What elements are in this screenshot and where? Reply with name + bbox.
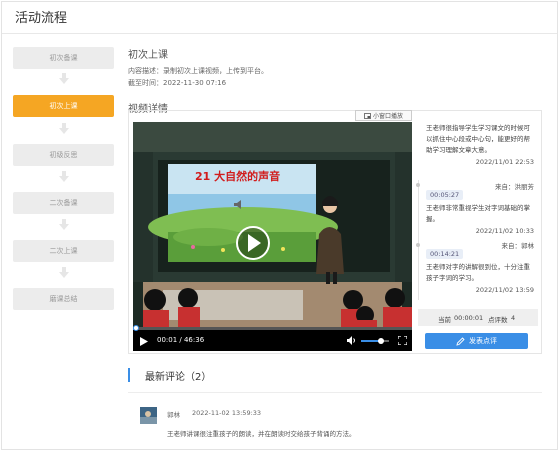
down-arrow-icon: [59, 73, 69, 84]
comment-date: 2022/11/01 22:53: [475, 158, 534, 166]
latest-comments-title: 最新评论（2）: [145, 372, 212, 383]
review-time: 2022-11-02 13:59:33: [192, 409, 262, 417]
step-label: 初级反思: [49, 151, 78, 159]
step-label: 初次备课: [49, 54, 78, 62]
description-text: 内容描述：录制初次上课视频，上传到平台。: [128, 67, 268, 75]
section-marker: [128, 368, 130, 382]
comment-list: 王老师很指导学生学习课文的时候可以抓住中心段或中心句，能更好的帮助学习理解文章大…: [418, 113, 538, 303]
classroom-video-frame: 21 大自然的声音: [133, 122, 412, 327]
step-second-prep[interactable]: 二次备课: [13, 192, 114, 214]
step-label: 二次备课: [49, 199, 78, 207]
deadline-text: 截至时间：2022-11-30 07:16: [128, 79, 227, 87]
mini-window-icon: [364, 112, 371, 119]
section-description: 内容描述：录制初次上课视频，上传到平台。 截至时间：2022-11-30 07:…: [128, 65, 268, 89]
volume-knob[interactable]: [378, 338, 385, 344]
current-time-value: 00:00:01: [454, 314, 484, 322]
comment-timestamp[interactable]: 00:14:21: [426, 249, 464, 259]
comment-item: 00:05:27 来自：洪丽芳 王老师非常重视学生对字词基础的掌握。 2022/…: [426, 182, 534, 235]
step-label: 磨课总结: [49, 295, 78, 303]
down-arrow-icon: [59, 123, 69, 134]
video-player[interactable]: 21 大自然的声音: [133, 122, 412, 331]
comment-item: 00:14:21 来自：郭林 王老师对字的讲解很到位，十分注重孩子字词的学习。 …: [426, 241, 534, 294]
comment-count-label: 点评数: [488, 316, 508, 324]
current-label: 当前: [438, 316, 451, 324]
mini-window-label: 小窗口播放: [372, 113, 403, 120]
section-title: 初次上课: [128, 50, 168, 61]
review-user: 郭林: [167, 411, 180, 419]
review-text: 王老师讲课很注重孩子的朗读，并在朗读时交给孩子背诵的方法。: [167, 430, 356, 438]
down-arrow-icon: [59, 219, 69, 230]
comment-text: 王老师很指导学生学习课文的时候可以抓住中心段或中心句，能更好的帮助学习理解文章大…: [426, 124, 530, 154]
play-icon[interactable]: [140, 337, 148, 346]
comment-text: 王老师对字的讲解很到位，十分注重孩子字词的学习。: [426, 263, 530, 282]
comment-date: 2022/11/02 13:59: [475, 286, 534, 294]
video-progress-bar[interactable]: [133, 325, 412, 331]
comment-author: 来自：洪丽芳: [495, 183, 534, 191]
post-comment-label: 发表点评: [469, 337, 497, 345]
step-second-class[interactable]: 二次上课: [13, 240, 114, 262]
down-arrow-icon: [59, 171, 69, 182]
post-comment-button[interactable]: 发表点评: [425, 333, 528, 349]
comment-timestamp[interactable]: 00:05:27: [426, 190, 464, 200]
page-title: 活动流程: [15, 11, 68, 26]
step-initial-class[interactable]: 初次上课: [13, 95, 114, 117]
down-arrow-icon: [59, 267, 69, 278]
slide-title: 21 大自然的声音: [195, 169, 280, 183]
step-initial-prep[interactable]: 初次备课: [13, 47, 114, 69]
latest-divider: [128, 392, 542, 393]
avatar[interactable]: [140, 407, 157, 424]
mini-window-button[interactable]: 小窗口播放: [355, 110, 412, 121]
step-initial-reflection[interactable]: 初级反思: [13, 144, 114, 166]
step-label: 二次上课: [49, 247, 78, 255]
volume-slider[interactable]: [361, 338, 389, 344]
fullscreen-icon[interactable]: [398, 336, 407, 345]
comment-item: 王老师很指导学生学习课文的时候可以抓住中心段或中心句，能更好的帮助学习理解文章大…: [426, 123, 534, 166]
comment-status-bar: 当前 00:00:01 点评数 4: [418, 309, 538, 326]
step-label: 初次上课: [49, 102, 78, 110]
title-divider: [2, 33, 557, 34]
comment-text: 王老师非常重视学生对字词基础的掌握。: [426, 204, 530, 223]
volume-icon[interactable]: [347, 336, 357, 345]
pencil-icon: [456, 336, 465, 346]
comment-author: 来自：郭林: [501, 242, 535, 250]
video-time: 00:01 / 46:36: [157, 336, 205, 344]
step-summary[interactable]: 磨课总结: [13, 288, 114, 310]
comment-date: 2022/11/02 10:33: [475, 227, 534, 235]
comment-count-value: 4: [511, 314, 516, 322]
